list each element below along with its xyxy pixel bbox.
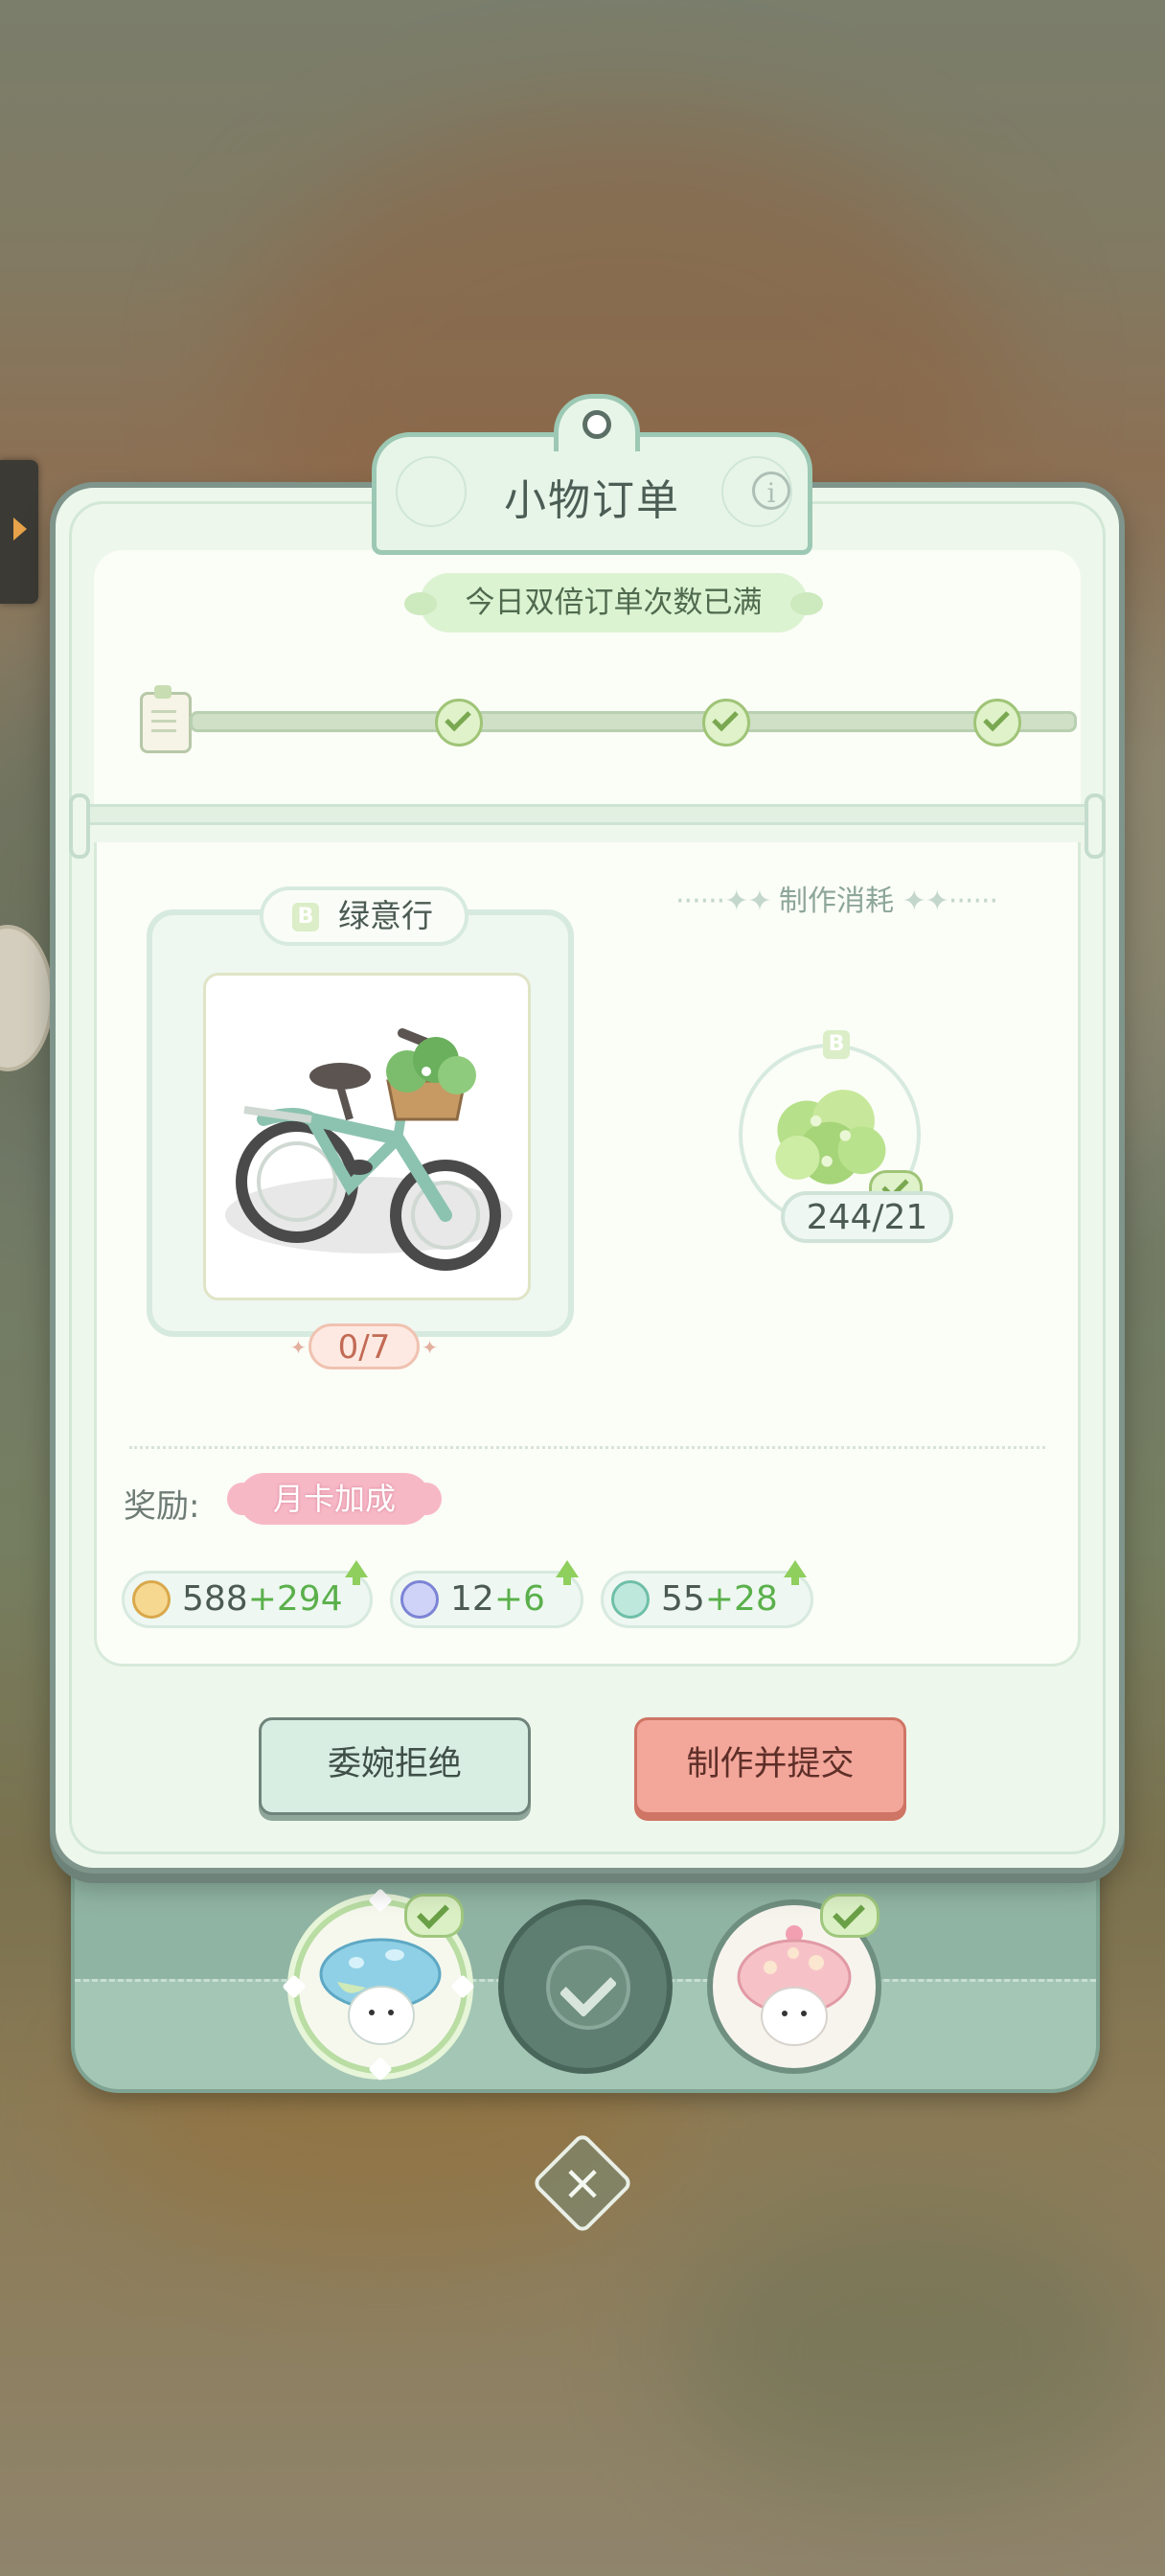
refuse-button[interactable]: 委婉拒绝 <box>259 1717 531 1815</box>
progress-track <box>190 711 1077 732</box>
arrow-up-icon <box>345 1560 368 1585</box>
side-drawer-tab[interactable] <box>0 460 38 604</box>
craft-submit-button[interactable]: 制作并提交 <box>634 1717 906 1815</box>
helper-slot-pink-mushroom[interactable] <box>707 1894 881 2074</box>
helper-slot-blue-mushroom[interactable] <box>282 1888 475 2082</box>
crafting-cost-title: ······✦✦ 制作消耗 ✦✦······ <box>675 885 998 918</box>
item-name: 绿意行 <box>338 897 433 934</box>
reward-exp[interactable]: 55+28 <box>601 1560 813 1628</box>
reward-base-value: 588 <box>182 1579 248 1619</box>
dialog-title-tab: 小物订单 i <box>372 394 812 555</box>
exp-icon <box>611 1580 650 1619</box>
progress-node-check-icon <box>702 699 750 747</box>
reward-crystal[interactable]: 12+6 <box>390 1560 583 1628</box>
bicycle-image <box>203 973 531 1300</box>
material-count: 244/21 <box>781 1191 953 1243</box>
item-progress-count: 0/7 <box>290 1323 438 1369</box>
blue-mushroom-icon <box>319 1938 442 2045</box>
clipboard-icon <box>140 685 192 753</box>
crystal-icon <box>400 1580 439 1619</box>
dialog-title: 小物订单 <box>504 476 680 525</box>
coin-icon <box>132 1580 171 1619</box>
helper-slot-empty[interactable] <box>498 1899 673 2074</box>
check-circle-icon <box>546 1945 630 2030</box>
pink-mushroom-icon <box>737 1925 852 2046</box>
reward-bonus-value: +6 <box>493 1579 545 1619</box>
reward-coins[interactable]: 588+294 <box>122 1560 373 1628</box>
double-order-progress-section: 今日双倍订单次数已满 <box>94 550 1081 809</box>
monthly-card-bonus-badge: 月卡加成 <box>227 1473 442 1525</box>
order-dialog: 今日双倍订单次数已满 B 绿意行 ✦ 0/7 ✦ ······✦✦ 制作消耗 ✦… <box>50 394 1125 1874</box>
reward-bonus-value: +28 <box>704 1579 778 1619</box>
double-order-banner: 今日双倍订单次数已满 <box>404 573 823 632</box>
arrow-right-icon <box>13 518 27 540</box>
close-icon: × <box>561 2154 604 2212</box>
arrow-up-icon <box>784 1560 807 1585</box>
progress-node-check-icon <box>435 699 483 747</box>
reward-bonus-value: +294 <box>247 1579 343 1619</box>
grade-badge: B <box>292 903 319 932</box>
material-clover[interactable]: B 244/21 <box>739 1030 953 1243</box>
order-details: B 绿意行 ✦ 0/7 ✦ ······✦✦ 制作消耗 ✦✦······ B 2… <box>94 842 1081 1667</box>
reward-base-value: 55 <box>661 1579 705 1619</box>
info-icon[interactable]: i <box>752 472 790 510</box>
reward-base-value: 12 <box>450 1579 494 1619</box>
dotted-divider <box>129 1446 1045 1449</box>
order-item-card[interactable]: B 绿意行 ✦ 0/7 ✦ <box>147 886 574 1369</box>
section-divider <box>69 794 1106 859</box>
item-name-tag: B 绿意行 <box>260 886 468 946</box>
arrow-up-icon <box>556 1560 579 1585</box>
selected-check-icon <box>820 1894 879 1938</box>
selected-check-icon <box>404 1894 464 1938</box>
reward-label: 奖励: <box>124 1487 200 1526</box>
progress-node-check-icon <box>973 699 1021 747</box>
